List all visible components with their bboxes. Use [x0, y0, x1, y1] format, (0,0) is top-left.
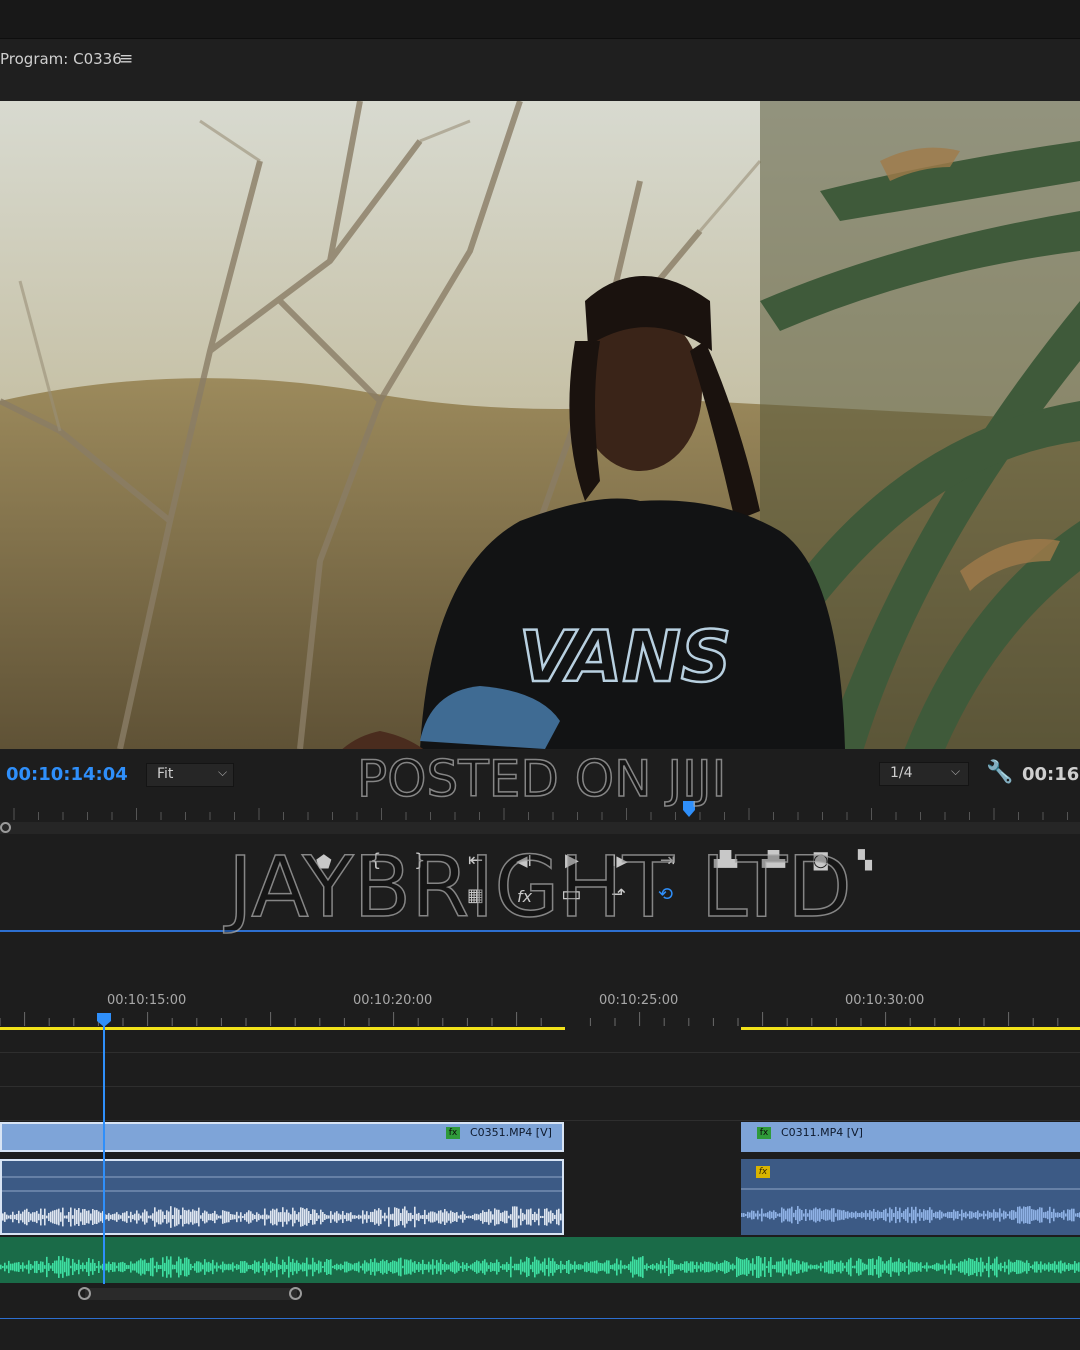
chevron-down-icon: ⌵	[218, 765, 228, 779]
scroll-handle-right[interactable]	[289, 1287, 302, 1300]
audio-clip-c0351[interactable]	[0, 1159, 564, 1235]
comparison-view-icon[interactable]: ▚	[858, 850, 872, 871]
mini-scrub-bar[interactable]	[0, 822, 1080, 834]
duration-timecode: 00:16:	[1022, 764, 1080, 785]
track-separator	[0, 1120, 1080, 1121]
svg-text:VANS: VANS	[519, 616, 732, 698]
playhead-line[interactable]	[103, 1022, 105, 1284]
ruler-label: 00:10:15:00	[107, 993, 187, 1008]
track-separator	[0, 1052, 1080, 1053]
ruler-label: 00:10:25:00	[599, 993, 679, 1008]
track-separator	[0, 1086, 1080, 1087]
fx-badge-icon: fx	[757, 1127, 771, 1139]
panel-divider	[0, 1318, 1080, 1319]
audio-clip-c0311[interactable]	[741, 1159, 1080, 1235]
program-video-frame: VANS	[0, 101, 1080, 749]
work-area-bar	[741, 1027, 1080, 1030]
audio-waveform	[2, 1176, 562, 1228]
ruler-label: 00:10:20:00	[353, 993, 433, 1008]
fx-badge-icon: fx	[446, 1127, 460, 1139]
ruler-label: 00:10:30:00	[845, 993, 925, 1008]
scroll-handle-left[interactable]	[78, 1287, 91, 1300]
video-frame-image: VANS	[0, 101, 1080, 749]
watermark-text: POSTED ON JIJI	[356, 749, 727, 809]
timeline-ruler[interactable]	[0, 1010, 1080, 1034]
playhead-handle[interactable]	[96, 1012, 112, 1028]
program-monitor-header	[0, 39, 1080, 101]
work-area-bar	[0, 1027, 565, 1030]
program-monitor-title[interactable]: Program: C0336	[0, 50, 122, 68]
music-waveform	[0, 1256, 1080, 1278]
zoom-scroll-handle[interactable]	[0, 822, 11, 833]
hamburger-menu-icon[interactable]: ≡	[119, 49, 133, 69]
audio-waveform	[741, 1188, 1080, 1224]
timeline-zoom-scrollbar[interactable]	[85, 1288, 297, 1300]
clip-label: C0351.MP4 [V]	[470, 1126, 552, 1139]
music-audio-track[interactable]	[0, 1237, 1080, 1283]
watermark-text: JAYBRIGHT LTD	[227, 837, 852, 937]
wrench-icon[interactable]: 🔧	[986, 760, 1013, 785]
fx-badge-icon: fx	[756, 1166, 770, 1178]
mini-time-ruler[interactable]	[0, 808, 1080, 820]
current-timecode[interactable]: 00:10:14:04	[6, 764, 128, 785]
clip-label: C0311.MP4 [V]	[781, 1126, 863, 1139]
chevron-down-icon: ⌵	[951, 764, 961, 778]
app-top-bar	[0, 0, 1080, 39]
